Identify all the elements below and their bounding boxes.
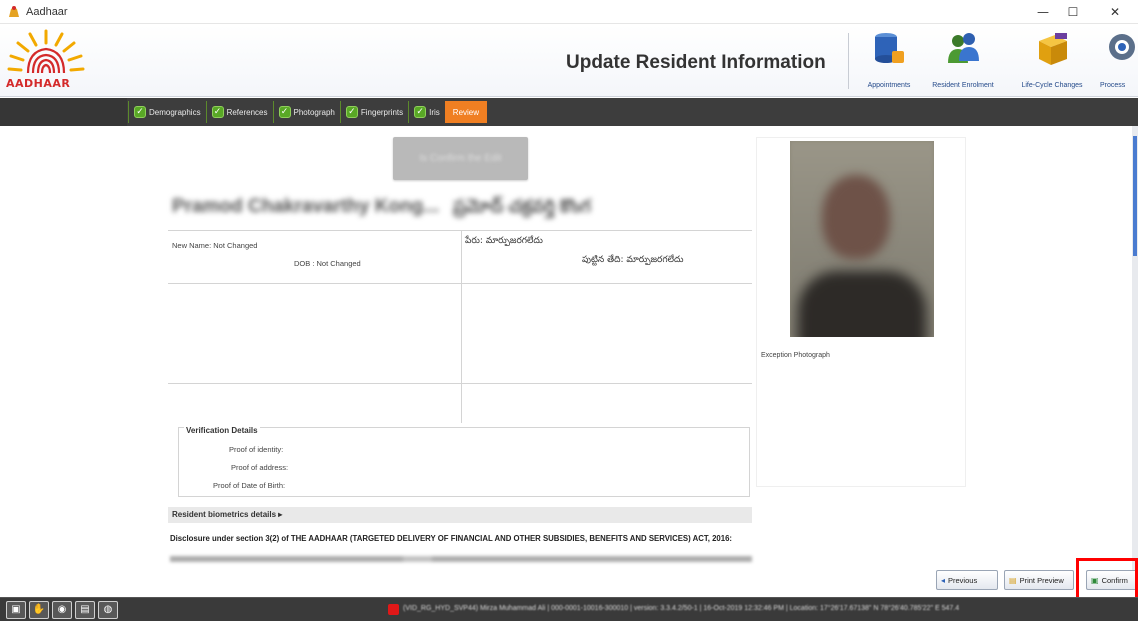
check-icon: ✓ <box>134 106 146 118</box>
print-preview-button[interactable]: ▤ Print Preview <box>1004 570 1074 590</box>
resident-name-local-heading: ప్రమోద్ చక్రవర్తి కొంగ <box>453 196 591 216</box>
status-icons: ▣ ✋ ◉ ▤ ◍ <box>6 601 118 619</box>
tab-label: Iris <box>429 107 440 117</box>
database-icon <box>875 33 904 63</box>
disabled-action-button: Is Confirm the Edit <box>393 137 528 180</box>
dob-value: DOB : Not Changed <box>294 259 361 268</box>
proof-of-dob-label: Proof of Date of Birth: <box>213 481 286 490</box>
dob-local-value: పుట్టిన తేది: మార్పుజరగలేదు <box>582 255 684 265</box>
tab-label: Review <box>452 107 480 117</box>
proof-of-identity-label: Proof of identity: <box>229 445 284 454</box>
tab-bar-spacer <box>0 98 127 126</box>
camera-icon[interactable]: ▣ <box>6 601 26 619</box>
review-panel: Is Confirm the Edit Pramod Chakravarthy … <box>0 126 1138 585</box>
network-icon[interactable]: ◍ <box>98 601 118 619</box>
print-preview-label: Print Preview <box>1019 575 1064 585</box>
tab-demographics[interactable]: ✓ Demographics <box>128 101 206 123</box>
page-title: Update Resident Information <box>566 52 826 73</box>
logo-text: AADHAAR <box>6 77 71 90</box>
verification-details-title: Verification Details <box>184 426 260 435</box>
minimize-button[interactable]: — <box>1028 2 1058 22</box>
printer-icon[interactable]: ▤ <box>75 601 95 619</box>
tab-label: Fingerprints <box>360 107 404 117</box>
box-icon <box>1039 33 1067 65</box>
tab-review[interactable]: Review <box>444 101 488 123</box>
tab-label: Demographics <box>149 107 201 117</box>
window-title: Aadhaar <box>26 6 68 18</box>
header-divider <box>848 33 849 89</box>
disclosure-heading: Disclosure under section 3(2) of THE AAD… <box>170 534 733 543</box>
proof-of-address-label: Proof of address: <box>231 463 289 472</box>
check-icon: ✓ <box>414 106 427 118</box>
tab-references[interactable]: ✓ References <box>205 101 273 123</box>
workflow-tab-bar: ✓ Demographics ✓ References ✓ Photograph… <box>0 98 1138 126</box>
process-label: Process <box>1100 82 1126 89</box>
tab-iris[interactable]: ✓ Iris <box>408 101 445 123</box>
name-local-value: పేరు: మార్పుజరగలేదు <box>465 236 543 246</box>
resident-enrolment-label: Resident Enrolment <box>932 82 994 89</box>
tab-label: Photograph <box>293 107 335 117</box>
tab-fingerprints[interactable]: ✓ Fingerprints <box>339 101 408 123</box>
gear-icon <box>1109 34 1135 60</box>
confirm-highlight <box>1076 558 1138 601</box>
users-icon <box>948 33 979 63</box>
hand-icon[interactable]: ✋ <box>29 601 49 619</box>
new-name-value: New Name: Not Changed <box>172 241 258 250</box>
vertical-scrollbar[interactable] <box>1132 126 1138 585</box>
printer-icon: ▤ <box>1009 575 1017 585</box>
aadhaar-logo: AADHAAR <box>6 27 96 91</box>
appointments-button[interactable]: Appointments <box>858 29 920 91</box>
disclosure-body <box>170 556 752 562</box>
life-cycle-changes-label: Life-Cycle Changes <box>1021 82 1083 89</box>
eye-icon[interactable]: ◉ <box>52 601 72 619</box>
resident-photo <box>790 141 934 337</box>
scrollbar-thumb[interactable] <box>1133 136 1137 256</box>
aadhaar-app-icon <box>9 6 19 17</box>
photo-shirt <box>798 271 926 337</box>
left-arrow-icon: ◂ <box>941 575 946 585</box>
window-title-bar: Aadhaar — ☐ ✕ <box>0 0 1138 24</box>
resident-info-table: New Name: Not Changed DOB : Not Changed … <box>168 230 752 423</box>
resident-name-heading: Pramod Chakravarthy Kong... <box>172 196 440 217</box>
resident-enrolment-button[interactable]: Resident Enrolment <box>922 29 1004 91</box>
photo-caption: Exception Photograph <box>761 352 830 359</box>
photo-face <box>822 175 890 259</box>
check-icon: ✓ <box>345 106 358 118</box>
check-icon: ✓ <box>278 106 291 118</box>
biometrics-details-toggle[interactable]: Resident biometrics details ▸ <box>172 510 282 519</box>
status-alert-icon <box>388 604 399 615</box>
table-divider <box>168 283 461 284</box>
previous-button[interactable]: ◂ Previous <box>936 570 998 590</box>
status-text: (VID_RG_HYD_SVP44) Mirza Muhammad Ali | … <box>403 605 960 612</box>
disabled-action-label: Is Confirm the Edit <box>419 153 502 164</box>
workflow-tabs: ✓ Demographics ✓ References ✓ Photograph… <box>128 101 488 123</box>
tab-label: References <box>226 107 268 117</box>
table-divider <box>461 231 462 423</box>
process-button[interactable]: Process <box>1098 29 1138 91</box>
table-divider <box>168 383 752 384</box>
check-icon: ✓ <box>211 106 224 118</box>
fingerprint-sun-icon <box>7 29 85 74</box>
table-divider <box>461 283 752 284</box>
tab-photograph[interactable]: ✓ Photograph <box>272 101 340 123</box>
status-bar: ▣ ✋ ◉ ▤ ◍ (VID_RG_HYD_SVP44) Mirza Muham… <box>0 597 1138 621</box>
previous-label: Previous <box>948 575 978 585</box>
life-cycle-changes-button[interactable]: Life-Cycle Changes <box>1008 29 1096 91</box>
appointments-label: Appointments <box>867 82 911 89</box>
maximize-button[interactable]: ☐ <box>1058 2 1088 22</box>
verification-details-box: Proof of identity: Proof of address: Pro… <box>178 427 750 497</box>
close-button[interactable]: ✕ <box>1100 2 1130 22</box>
app-header: AADHAAR Update Resident Information Appo… <box>0 25 1138 97</box>
